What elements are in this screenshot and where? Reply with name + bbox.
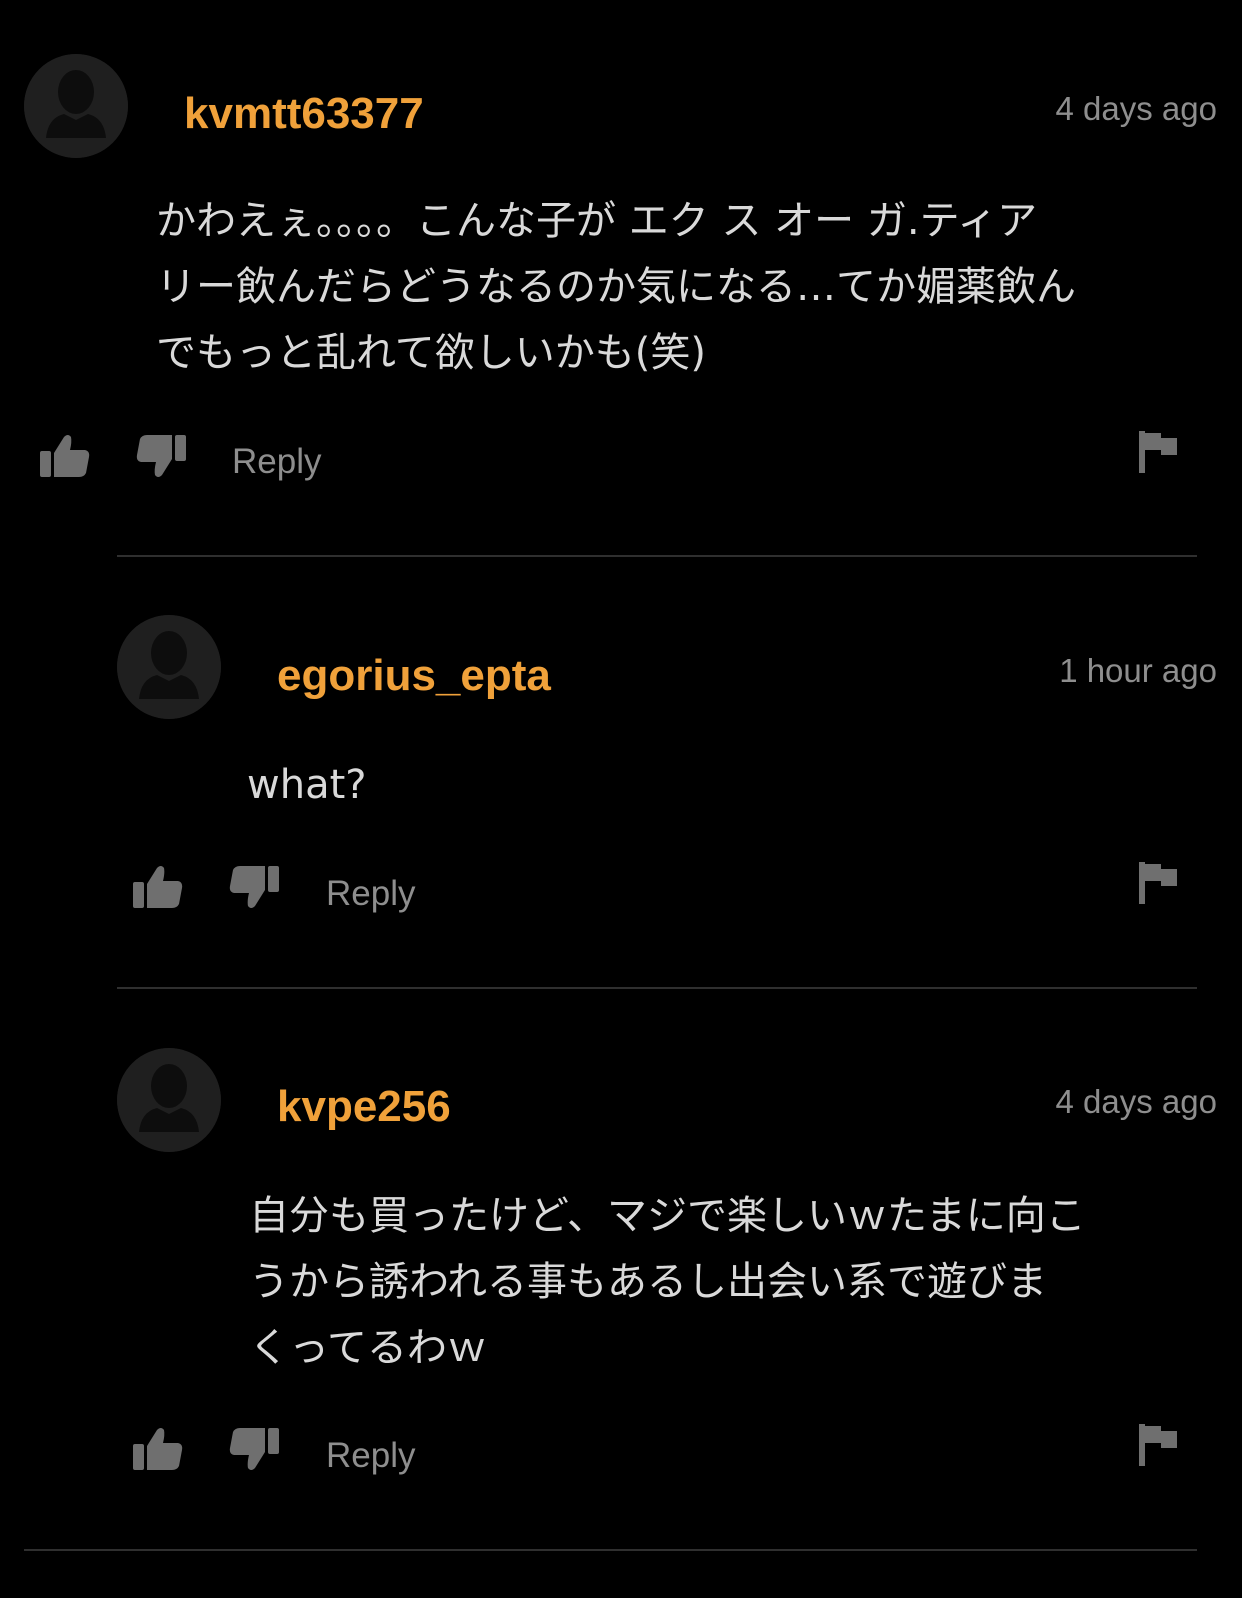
avatar[interactable] — [117, 1048, 221, 1152]
divider — [117, 555, 1197, 557]
reply-button[interactable]: Reply — [326, 876, 415, 911]
flag-icon[interactable] — [1139, 431, 1177, 473]
comment-username[interactable]: kvpe256 — [277, 1085, 451, 1129]
default-user-avatar-icon — [117, 1048, 221, 1152]
comment-text: what? — [247, 762, 367, 808]
comment-timestamp: 4 days ago — [1055, 90, 1217, 127]
comments-section: kvmtt63377 4 days ago かわえぇ。。。。こんな子が エク ス… — [0, 0, 1242, 1598]
thumbs-down-icon[interactable] — [136, 433, 186, 479]
comment-text: 自分も買ったけど、マジで楽しいｗたまに向こ うから誘われる事もあるし出会い系で遊… — [249, 1193, 1086, 1371]
avatar[interactable] — [24, 54, 128, 158]
thumbs-down-icon[interactable] — [229, 864, 279, 910]
thumbs-down-icon[interactable] — [229, 1426, 279, 1472]
flag-icon[interactable] — [1139, 1424, 1177, 1466]
reply-button[interactable]: Reply — [232, 444, 321, 479]
comment-username[interactable]: egorius_epta — [277, 654, 551, 698]
thumbs-up-icon[interactable] — [133, 1426, 183, 1472]
comment-timestamp: 4 days ago — [1055, 1083, 1217, 1120]
flag-icon[interactable] — [1139, 862, 1177, 904]
comment-username[interactable]: kvmtt63377 — [184, 92, 424, 136]
divider — [24, 1549, 1197, 1551]
comment-text: かわえぇ。。。。こんな子が エク ス オー ガ.ティア リー飲んだらどうなるのか… — [156, 198, 1076, 376]
thumbs-up-icon[interactable] — [133, 864, 183, 910]
comment-timestamp: 1 hour ago — [1059, 652, 1217, 689]
reply-button[interactable]: Reply — [326, 1438, 415, 1473]
thumbs-up-icon[interactable] — [40, 433, 90, 479]
default-user-avatar-icon — [24, 54, 128, 158]
divider — [117, 987, 1197, 989]
default-user-avatar-icon — [117, 615, 221, 719]
avatar[interactable] — [117, 615, 221, 719]
